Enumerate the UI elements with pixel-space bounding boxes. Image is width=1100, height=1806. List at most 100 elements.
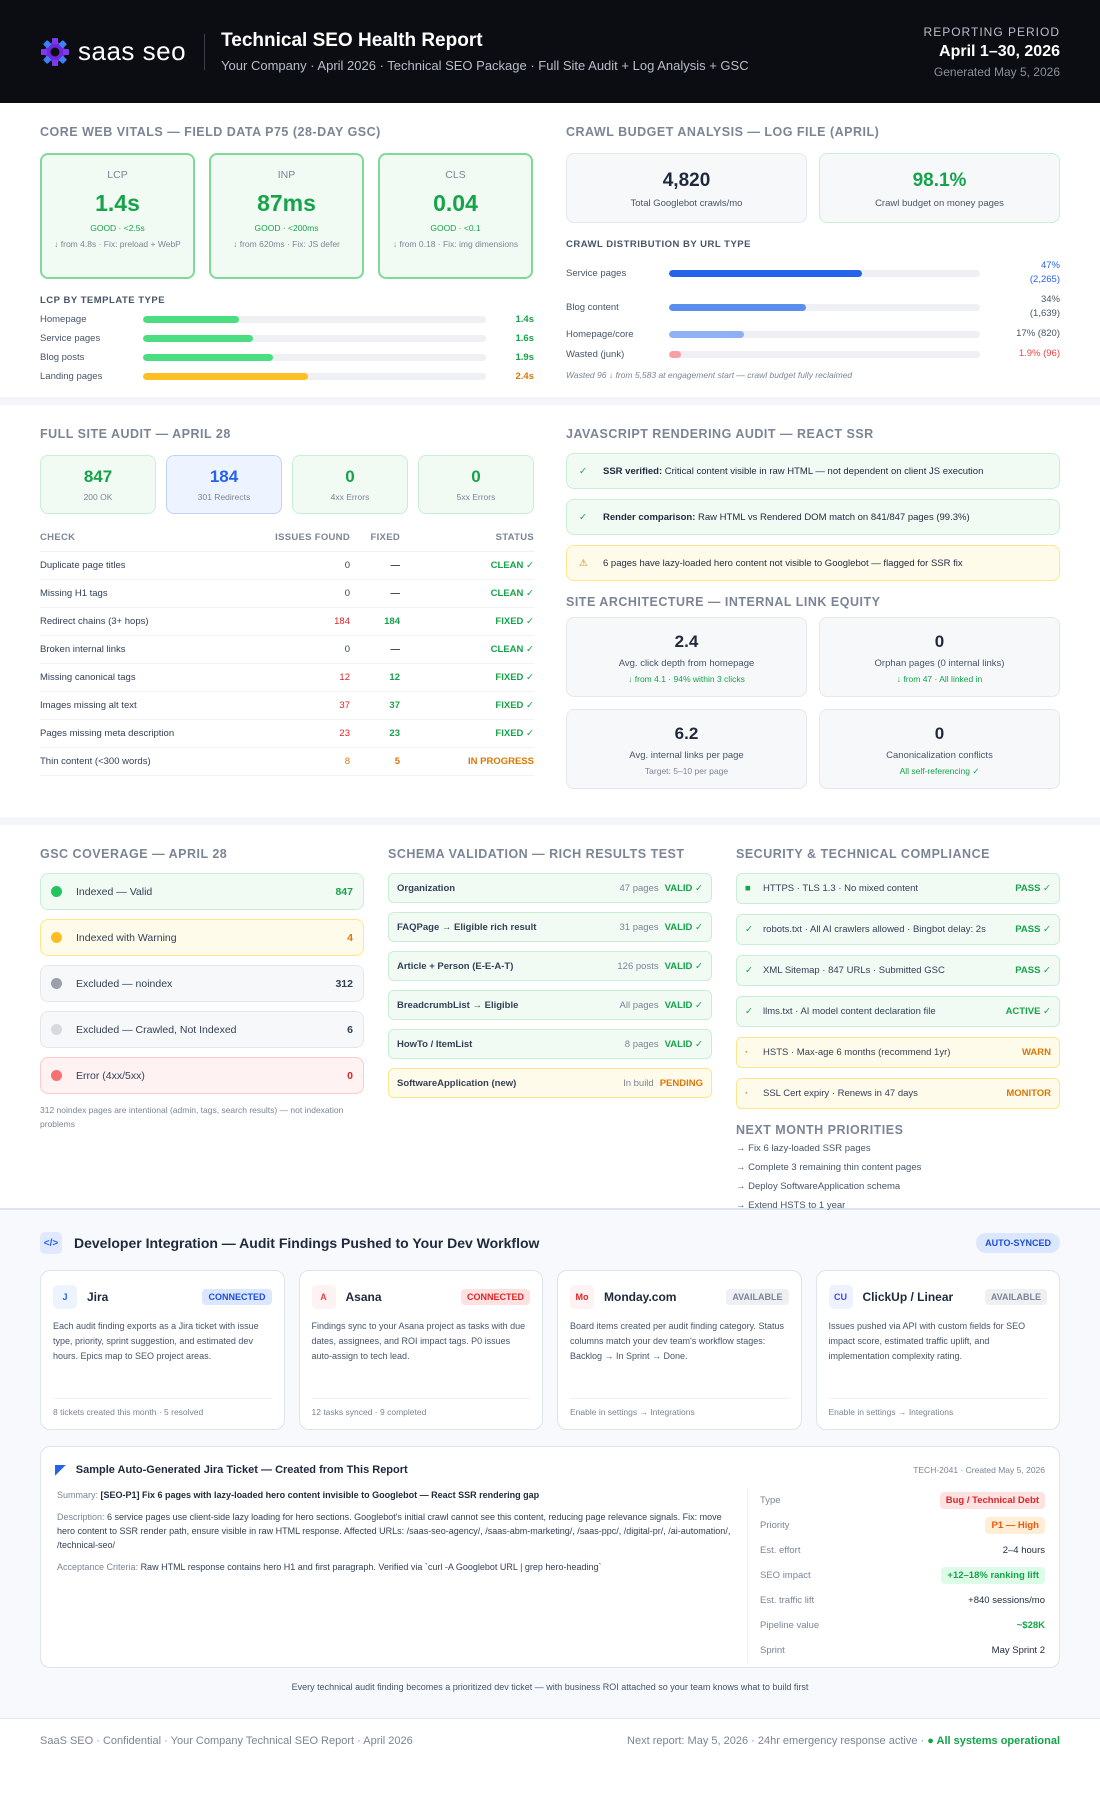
gsc-note: 312 noindex pages are intentional (admin… [40, 1105, 344, 1129]
warning-dot-icon: · [745, 1047, 749, 1058]
arch-number: 6.2 [674, 724, 699, 743]
schema-item: FAQPage → Eligible rich result 31 pages VA… [388, 912, 712, 942]
period-label: REPORTING PERIOD [923, 24, 1060, 39]
url-type-pct: 17% (820) [1016, 328, 1060, 339]
lcp-template-row: Landing pages 2.4s [40, 367, 534, 386]
arch-desc: Orphan pages (0 internal links) [874, 658, 1005, 669]
schema-item: Organization 47 pages VALID ✓ [388, 873, 712, 903]
integration-card-asana[interactable]: A Asana CONNECTED Findings sync to your Asa… [298, 1270, 543, 1430]
stat-number: 847 [83, 467, 113, 486]
col-label: CHECK [40, 532, 76, 543]
url-type-pct: 1.9% (96) [1018, 348, 1060, 359]
code-icon: </> [40, 1232, 62, 1254]
coverage-section: GSC COVERAGE — APRIL 28 Indexed — Valid 8… [0, 825, 1100, 1211]
stat-desc: 5xx Errors [456, 492, 496, 502]
check-icon: ✓ [745, 965, 753, 976]
schema-count: In build [623, 1077, 654, 1089]
check-bold: Render comparison: [603, 511, 696, 523]
report-header: saas seo Technical SEO Health Report You… [0, 0, 1100, 103]
acceptance-label: Acceptance Criteria: [57, 1562, 139, 1572]
field-value: +12–18% ranking lift [947, 1570, 1039, 1581]
js-check-item: ✓ SSR verified: Critical content visible … [566, 453, 1060, 489]
arch-number: 0 [934, 724, 945, 743]
coverage-label: Excluded — Crawled, Not Indexed [76, 1023, 237, 1036]
check-status: FIXED ✓ [495, 700, 534, 711]
check-icon: ✓ [579, 465, 587, 477]
audit-table: CHECK ISSUES FOUND FIXED STATUS Duplicate p… [40, 524, 534, 776]
issues-found: 23 [339, 728, 350, 739]
check-icon: ✓ [745, 924, 753, 935]
integration-card-jira[interactable]: J Jira CONNECTED Each audit finding exports… [40, 1270, 285, 1430]
coverage-label: Indexed — Valid [76, 885, 153, 898]
architecture-card: 0 Orphan pages (0 internal links) ↓ from 4… [819, 617, 1060, 697]
schema-item: HowTo / ItemList 8 pages VALID ✓ [388, 1029, 712, 1059]
crawl-bar-fill [669, 269, 862, 277]
issues-fixed: — [390, 560, 401, 571]
lock-icon: ■ [745, 883, 751, 894]
description-label: Description: [57, 1512, 105, 1522]
field-value: ~$28K [1016, 1620, 1045, 1631]
arch-sub: ↓ from 4.1 · 94% within 3 clicks [628, 674, 745, 684]
status-dot-icon [51, 886, 62, 897]
compliance-text: robots.txt · All AI crawlers allowed · B… [763, 924, 986, 935]
col-label: ISSUES FOUND [275, 532, 350, 543]
integration-desc: Board items created per audit finding ca… [570, 1321, 784, 1361]
gsc-coverage-panel: GSC COVERAGE — APRIL 28 Indexed — Valid 8… [40, 847, 364, 1219]
audit-stat-card: 184 301 Redirects [166, 455, 282, 514]
status-label: AVAILABLE [990, 1292, 1041, 1302]
vital-value: 0.04 [433, 190, 478, 216]
template-name: Service pages [40, 333, 101, 344]
footer-right: Next report: May 5, 2026 · 24hr emergenc… [627, 1735, 925, 1747]
icon-glyph: J [62, 1292, 68, 1302]
schema-count: 31 pages [619, 921, 659, 933]
gear-logo-icon [41, 37, 69, 66]
schema-count: 8 pages [624, 1038, 659, 1050]
crawl-dist-row: Homepage/core 17% (820) [566, 324, 1060, 344]
schema-status: VALID ✓ [664, 921, 703, 933]
schema-status: VALID ✓ [664, 999, 703, 1011]
audit-row: Redirect chains (3+ hops) 184 184 FIXED ✓ [40, 607, 534, 636]
crawl-bar-track [669, 350, 980, 358]
col-label: FIXED [370, 532, 400, 543]
integration-desc: Issues pushed via API with custom fields… [828, 1321, 1026, 1361]
integration-footer: Enable in settings → Integrations [570, 1407, 695, 1417]
url-type-name: Wasted (junk) [566, 348, 625, 360]
schema-name: SoftwareApplication (new) [397, 1077, 517, 1089]
arch-sub: ↓ from 47 · All linked in [896, 674, 983, 684]
priority-text: → Deploy SoftwareApplication schema [736, 1181, 901, 1192]
warning-icon: ⚠ [579, 557, 588, 569]
arch-desc: Canonicalization conflicts [886, 750, 993, 761]
integration-card-monday-com[interactable]: Mo Monday.com AVAILABLE Board items created… [557, 1270, 802, 1430]
ticket-description: 6 service pages use client-side lazy loa… [57, 1512, 731, 1550]
arch-number: 0 [934, 632, 945, 651]
field-value: 2–4 hours [1002, 1545, 1045, 1556]
next-priorities-title: NEXT MONTH PRIORITIES [736, 1123, 904, 1137]
coverage-item: Excluded — noindex 312 [40, 965, 364, 1002]
vital-card-cls: CLS 0.04 GOOD · <0.1 ↓ from 0.18 · Fix: img… [378, 153, 533, 279]
arch-sub: Target: 5–10 per page [644, 766, 729, 776]
field-value: P1 — High [991, 1520, 1039, 1531]
priority-item: → Complete 3 remaining thin content page… [736, 1162, 1060, 1181]
report-footer: SaaS SEO · Confidential · Your Company T… [0, 1718, 1100, 1763]
audit-row: Missing canonical tags 12 12 FIXED ✓ [40, 663, 534, 692]
field-value: +840 sessions/mo [968, 1595, 1045, 1606]
schema-name: HowTo / ItemList [397, 1038, 473, 1050]
check-status: IN PROGRESS [468, 756, 534, 767]
priority-item: → Deploy SoftwareApplication schema [736, 1181, 1060, 1200]
ticket-field: Est. traffic lift +840 sessions/mo [760, 1588, 1045, 1613]
issues-found: 37 [339, 700, 350, 711]
schema-panel: SCHEMA VALIDATION — RICH RESULTS TEST Or… [388, 847, 712, 1219]
compliance-status: PASS ✓ [1015, 965, 1051, 976]
money-pages-label: Crawl budget on money pages [875, 198, 1004, 209]
check-name: Missing H1 tags [40, 588, 108, 599]
js-rendering-panel: JAVASCRIPT RENDERING AUDIT — REACT SSR ✓… [566, 427, 1060, 789]
check-text: Critical content visible in raw HTML — n… [662, 465, 984, 477]
check-name: Missing canonical tags [40, 672, 136, 683]
template-name: Blog posts [40, 352, 85, 363]
integration-logo-icon: Mo [570, 1285, 594, 1309]
integration-card-clickup-linear[interactable]: CU ClickUp / Linear AVAILABLE Issues pushed… [815, 1270, 1060, 1430]
section-title: FULL SITE AUDIT — APRIL 28 [40, 427, 231, 441]
check-status: CLEAN ✓ [490, 588, 534, 599]
priority-item: → Extend HSTS to 1 year [736, 1200, 1060, 1219]
total-crawls-label: Total Googlebot crawls/mo [630, 198, 743, 209]
